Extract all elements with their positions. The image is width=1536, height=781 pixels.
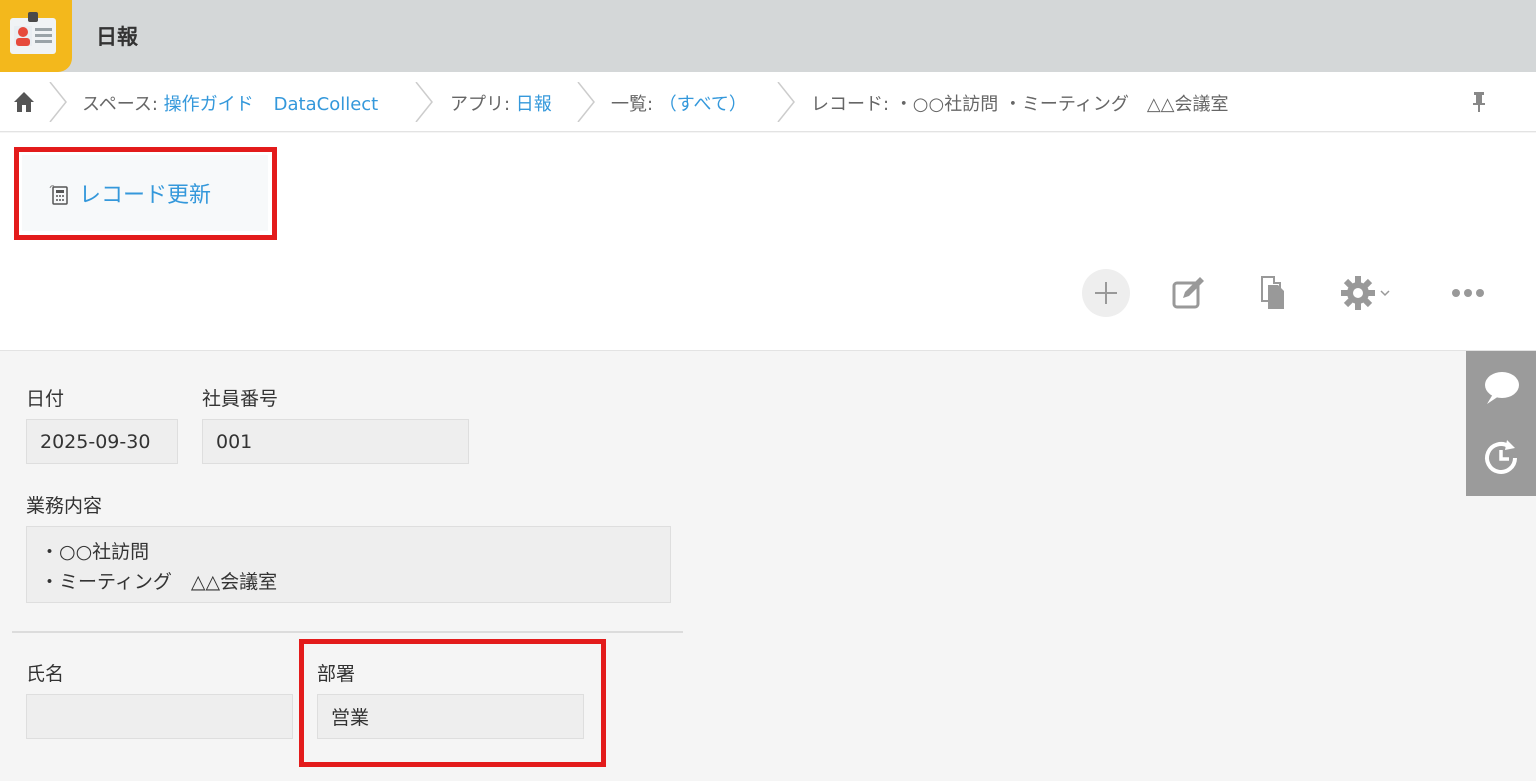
history-icon xyxy=(1485,440,1517,474)
comment-button[interactable] xyxy=(1466,353,1536,423)
comment-icon xyxy=(1485,372,1519,404)
breadcrumb-space-link[interactable]: 操作ガイド xyxy=(164,94,254,115)
section-divider xyxy=(12,631,683,633)
side-panel xyxy=(1466,351,1536,496)
calculator-icon xyxy=(49,185,68,205)
breadcrumb-record: レコード: ・○○社訪問 ・ミーティング △△会議室 xyxy=(811,94,1229,115)
breadcrumb-app-link[interactable]: 日報 xyxy=(516,94,552,115)
history-button[interactable] xyxy=(1466,423,1536,493)
edit-record-button[interactable] xyxy=(1164,269,1212,317)
name-field xyxy=(26,694,293,739)
add-record-button[interactable] xyxy=(1082,269,1130,317)
breadcrumb-space-sub-link[interactable]: DataCollect xyxy=(274,94,379,115)
breadcrumb-app: アプリ: 日報 xyxy=(450,90,552,116)
work-line-1: ・○○社訪問 xyxy=(40,541,150,563)
work-label: 業務内容 xyxy=(26,495,103,517)
breadcrumb-view-label: 一覧: xyxy=(611,94,659,115)
name-label: 氏名 xyxy=(26,663,65,685)
record-update-label[interactable]: レコード更新 xyxy=(79,177,211,209)
chevron-separator-icon xyxy=(49,82,67,122)
date-label: 日付 xyxy=(26,388,65,410)
employee-no-label: 社員番号 xyxy=(202,388,279,410)
add-icon xyxy=(1095,282,1117,304)
employee-no-field: 001 xyxy=(202,419,469,464)
app-header: 日報 xyxy=(0,0,1536,72)
date-field: 2025-09-30 xyxy=(26,419,178,464)
breadcrumb-view: 一覧: （すべて） xyxy=(611,90,747,116)
breadcrumb-space: スペース: 操作ガイド DataCollect xyxy=(82,90,378,116)
highlight-frame xyxy=(299,639,606,767)
chevron-separator-icon xyxy=(777,82,795,122)
work-line-2: ・ミーティング △△会議室 xyxy=(40,571,278,593)
more-icon xyxy=(1452,289,1484,297)
copy-icon xyxy=(1261,276,1284,309)
breadcrumb-app-label: アプリ: xyxy=(450,94,516,115)
breadcrumb-space-label: スペース: xyxy=(82,94,164,115)
edit-icon xyxy=(1172,277,1204,309)
settings-button[interactable] xyxy=(1334,269,1396,317)
chevron-separator-icon xyxy=(415,82,433,122)
home-icon[interactable] xyxy=(12,90,36,114)
more-options-button[interactable] xyxy=(1444,269,1492,317)
duplicate-record-button[interactable] xyxy=(1250,269,1298,317)
chevron-down-icon xyxy=(1380,290,1390,297)
work-field: ・○○社訪問 ・ミーティング △△会議室 xyxy=(26,526,671,603)
record-header-area: レコード更新 xyxy=(0,133,1536,351)
breadcrumb-view-link[interactable]: （すべて） xyxy=(659,94,747,115)
app-title: 日報 xyxy=(96,25,138,49)
gear-icon xyxy=(1341,276,1375,310)
chevron-separator-icon xyxy=(577,82,595,122)
app-id-card-icon[interactable] xyxy=(0,0,72,72)
pin-icon[interactable] xyxy=(1470,90,1488,114)
breadcrumb: スペース: 操作ガイド DataCollect アプリ: 日報 一覧: （すべて）… xyxy=(0,72,1536,132)
